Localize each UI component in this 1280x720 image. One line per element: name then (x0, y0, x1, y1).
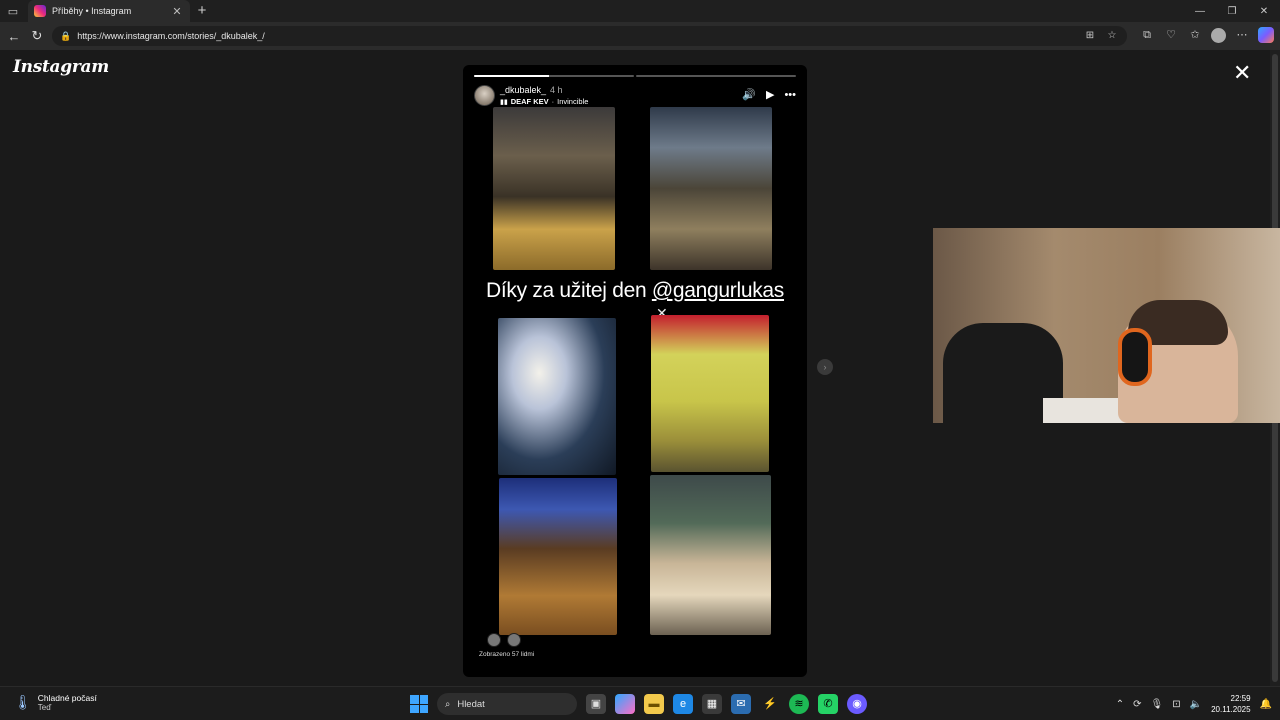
story-photo-2 (650, 107, 772, 270)
refresh-icon[interactable]: ↻ (28, 27, 46, 45)
story-header: _dkubalek_ 4 h ▮▮ DEAF KEV · Invincible 🔊… (474, 85, 796, 107)
weather-title: Chladné počasí (37, 693, 97, 703)
mic-icon[interactable]: 🎙 (1151, 699, 1164, 710)
viewer-avatar (507, 633, 521, 647)
viewer-avatar (487, 633, 501, 647)
progress-segment (636, 75, 796, 77)
tab-bar: ▭ Příběhy • Instagram ✕ + — ❐ ✕ (0, 0, 1280, 22)
clock-time: 22:59 (1230, 694, 1251, 703)
progress-fill (474, 75, 550, 77)
more-menu-icon[interactable]: ⋯ (1234, 27, 1250, 43)
file-explorer-icon[interactable]: ▬ (644, 694, 664, 714)
story-text: Díky za užitej den @gangurlukas (463, 279, 807, 303)
username-text[interactable]: _dkubalek_ (500, 85, 546, 95)
favorite-star-icon[interactable]: ☆ (1105, 29, 1119, 43)
outlook-icon[interactable]: ✉ (731, 694, 751, 714)
story-photo-4 (651, 315, 769, 472)
story-username[interactable]: _dkubalek_ 4 h (500, 85, 563, 95)
music-separator: · (551, 97, 555, 106)
story-photo-5 (499, 478, 617, 635)
copilot-app-icon[interactable] (615, 694, 635, 714)
clock[interactable]: 22:59 20.11.2025 (1211, 693, 1250, 715)
weather-widget[interactable]: 🌡 Chladné počasí Teď (14, 693, 97, 712)
play-icon[interactable]: ▶ (766, 88, 774, 101)
discord-icon[interactable]: ◉ (847, 694, 867, 714)
immersive-reader-icon[interactable]: ⊞ (1083, 29, 1097, 43)
music-artist: DEAF KEV (510, 97, 549, 106)
whatsapp-icon[interactable]: ✆ (818, 694, 838, 714)
story-text-prefix: Díky za užitej den (485, 279, 652, 302)
copilot-icon[interactable] (1258, 27, 1274, 43)
system-tray: ⌃ ⟳ 🎙 ⊡ 🔈 22:59 20.11.2025 🔔 (1116, 693, 1272, 715)
music-track: Invincible (557, 97, 589, 106)
story-controls: 🔊 ▶ ••• (742, 88, 796, 102)
clock-date: 20.11.2025 (1211, 705, 1251, 714)
store-icon[interactable]: ▦ (702, 694, 722, 714)
headset-icon (1118, 328, 1152, 386)
url-actions: ⊞ ☆ (1083, 29, 1119, 43)
favorites-icon[interactable]: ✩ (1187, 27, 1203, 43)
taskbar-apps: ⌕ Hledat ▣ ▬ e ▦ ✉ ⚡ ≋ ✆ ◉ (410, 693, 867, 715)
instagram-logo[interactable]: Instagram (13, 57, 109, 77)
story-photo-6 (650, 475, 771, 635)
story-time: 4 h (550, 85, 563, 95)
search-placeholder: Hledat (457, 698, 485, 710)
tab-instagram[interactable]: Příběhy • Instagram ✕ (28, 0, 190, 22)
more-options-icon[interactable]: ••• (784, 89, 796, 101)
story-photo-3 (498, 318, 616, 475)
avatar[interactable] (474, 85, 495, 106)
weather-subtitle: Teď (37, 703, 52, 712)
search-icon: ⌕ (445, 698, 451, 710)
tab-title: Příběhy • Instagram (52, 6, 132, 16)
volume-icon[interactable]: 🔊 (742, 88, 756, 101)
seen-by-count[interactable]: Zobrazeno 57 lidmi (479, 651, 534, 658)
story-photo-1 (493, 107, 615, 270)
story-viewer[interactable]: _dkubalek_ 4 h ▮▮ DEAF KEV · Invincible 🔊… (463, 65, 807, 677)
music-bars-icon: ▮▮ (500, 98, 508, 106)
next-story-button[interactable]: › (817, 359, 833, 375)
network-icon[interactable]: ⊡ (1172, 699, 1180, 710)
close-story-icon[interactable]: ✕ (1233, 62, 1251, 84)
url-text[interactable]: https://www.instagram.com/stories/_dkuba… (77, 31, 265, 41)
minimize-button[interactable]: — (1184, 0, 1216, 22)
address-bar[interactable]: 🔒 https://www.instagram.com/stories/_dku… (52, 26, 1127, 46)
taskbar: 🌡 Chladné počasí Teď ⌕ Hledat ▣ ▬ e ▦ ✉ … (0, 686, 1280, 720)
close-window-button[interactable]: ✕ (1248, 0, 1280, 22)
address-bar-row: ← ↻ 🔒 https://www.instagram.com/stories/… (0, 22, 1280, 50)
weather-icon: 🌡 (14, 694, 32, 710)
bolt-app-icon[interactable]: ⚡ (760, 694, 780, 714)
chevron-up-icon[interactable]: ⌃ (1116, 699, 1124, 710)
tab-actions-icon[interactable]: ▭ (4, 3, 22, 19)
spotify-icon[interactable]: ≋ (789, 694, 809, 714)
browser-essentials-icon[interactable]: ♡ (1163, 27, 1179, 43)
viewer-avatars[interactable] (487, 633, 521, 647)
toolbar-icons: ⧉ ♡ ✩ ⋯ (1139, 27, 1274, 43)
task-view-icon[interactable]: ▣ (586, 694, 606, 714)
window-controls: — ❐ ✕ (1184, 0, 1280, 22)
start-button[interactable] (410, 695, 428, 713)
volume-tray-icon[interactable]: 🔈 (1190, 699, 1202, 710)
notifications-icon[interactable]: 🔔 (1260, 699, 1272, 710)
webcam-overlay (933, 228, 1280, 423)
instagram-favicon-icon (34, 5, 46, 17)
site-info-icon[interactable]: 🔒 (60, 31, 71, 42)
story-progress (474, 75, 796, 77)
profile-avatar[interactable] (1211, 27, 1226, 43)
edge-icon[interactable]: e (673, 694, 693, 714)
music-info[interactable]: ▮▮ DEAF KEV · Invincible (500, 97, 588, 106)
restore-button[interactable]: ❐ (1216, 0, 1248, 22)
extensions-icon[interactable]: ⧉ (1139, 27, 1155, 43)
mention-link[interactable]: @gangurlukas (652, 279, 784, 302)
taskbar-search[interactable]: ⌕ Hledat (437, 693, 577, 715)
tab-close-icon[interactable]: ✕ (170, 5, 184, 18)
back-icon[interactable]: ← (5, 27, 23, 45)
new-tab-button[interactable]: + (194, 2, 210, 20)
sync-icon[interactable]: ⟳ (1133, 699, 1141, 710)
progress-segment (474, 75, 634, 77)
